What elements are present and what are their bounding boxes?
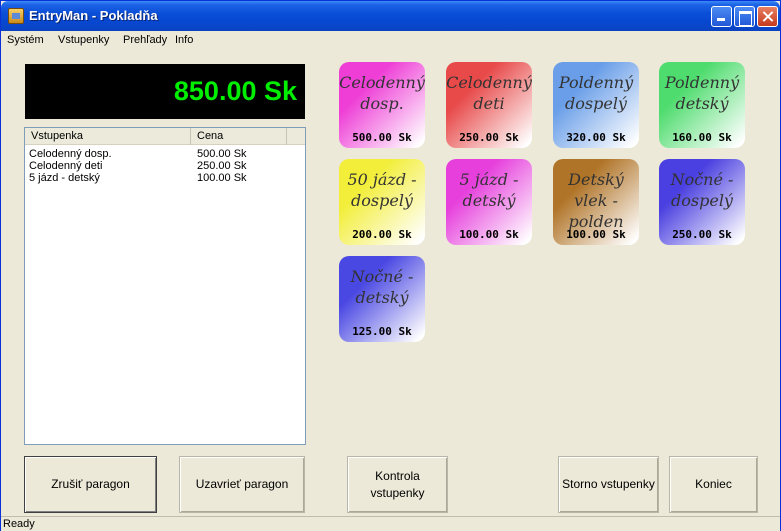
check-ticket-button[interactable]: Kontrola vstupenky [347,456,448,513]
column-header-blank[interactable] [287,128,305,145]
ticket-celodenny-dosp[interactable]: Celodenný dosp. 500.00 Sk [339,62,425,148]
storno-ticket-button[interactable]: Storno vstupenky [558,456,659,513]
ticket-price: 125.00 Sk [352,325,412,338]
menu-prehlady[interactable]: Prehľady [123,34,167,46]
ticket-poldenny-detsky[interactable]: Poldenný detský 160.00 Sk [659,62,745,148]
list-row[interactable]: 5 jázd - detský 100.00 Sk [25,172,305,184]
row-ticket: 5 jázd - detský [29,172,100,184]
ticket-celodenny-deti[interactable]: Celodenný deti 250.00 Sk [446,62,532,148]
menu-info[interactable]: Info [175,34,193,46]
maximize-button[interactable] [734,6,755,27]
app-icon [8,8,24,24]
ticket-detsky-vlek-polden[interactable]: Detský vlek - polden 100.00 Sk [553,159,639,245]
ticket-price: 500.00 Sk [352,131,412,144]
menu-bar: Systém Vstupenky Prehľady Info [1,31,780,49]
close-receipt-button[interactable]: Uzavrieť paragon [179,456,305,513]
title-bar[interactable]: EntryMan - Pokladňa [1,1,780,31]
ticket-name: Celodenný dosp. [339,73,425,113]
receipt-list[interactable]: Vstupenka Cena Celodenný dosp. 500.00 Sk… [24,127,306,445]
ticket-name: Poldenný dospelý [558,73,634,113]
ticket-name: Celodenný deti [446,73,532,113]
ticket-name: Poldenný detský [664,73,740,113]
ticket-poldenny-dospely[interactable]: Poldenný dospelý 320.00 Sk [553,62,639,148]
cancel-receipt-button[interactable]: Zrušiť paragon [24,456,157,513]
ticket-price: 250.00 Sk [672,228,732,241]
row-ticket: Celodenný dosp. [29,148,112,160]
minimize-button[interactable] [711,6,732,27]
total-display: 850.00 Sk [25,64,305,119]
row-price: 100.00 Sk [197,172,247,184]
ticket-price: 200.00 Sk [352,228,412,241]
window-title: EntryMan - Pokladňa [29,8,158,23]
row-price: 500.00 Sk [197,148,247,160]
row-price: 250.00 Sk [197,160,247,172]
column-header-ticket[interactable]: Vstupenka [25,128,191,145]
menu-system[interactable]: Systém [7,34,44,46]
close-button[interactable] [757,6,778,27]
ticket-price: 320.00 Sk [566,131,626,144]
ticket-price: 160.00 Sk [672,131,732,144]
list-row[interactable]: Celodenný dosp. 500.00 Sk [25,148,305,160]
ticket-name: Detský vlek - polden [568,170,624,231]
status-text: Ready [3,518,35,530]
ticket-nocne-detsky[interactable]: Nočné - detský 125.00 Sk [339,256,425,342]
menu-vstupenky[interactable]: Vstupenky [58,34,109,46]
ticket-name: Nočné - detský [350,267,414,307]
column-header-price[interactable]: Cena [191,128,287,145]
exit-button[interactable]: Koniec [669,456,758,513]
row-ticket: Celodenný deti [29,160,103,172]
ticket-nocne-dospely[interactable]: Nočné - dospelý 250.00 Sk [659,159,745,245]
ticket-name: Nočné - dospelý [670,170,734,210]
ticket-50-jazd-dospely[interactable]: 50 jázd - dospelý 200.00 Sk [339,159,425,245]
ticket-5-jazd-detsky[interactable]: 5 jázd - detský 100.00 Sk [446,159,532,245]
status-bar: Ready [1,516,780,531]
ticket-price: 100.00 Sk [459,228,519,241]
ticket-price: 100.00 Sk [566,228,626,241]
app-window: EntryMan - Pokladňa Systém Vstupenky Pre… [0,0,781,531]
ticket-price: 250.00 Sk [459,131,519,144]
list-row[interactable]: Celodenný deti 250.00 Sk [25,160,305,172]
ticket-name: 50 jázd - dospelý [347,170,417,210]
ticket-name: 5 jázd - detský [459,170,519,210]
list-header: Vstupenka Cena [25,128,305,145]
